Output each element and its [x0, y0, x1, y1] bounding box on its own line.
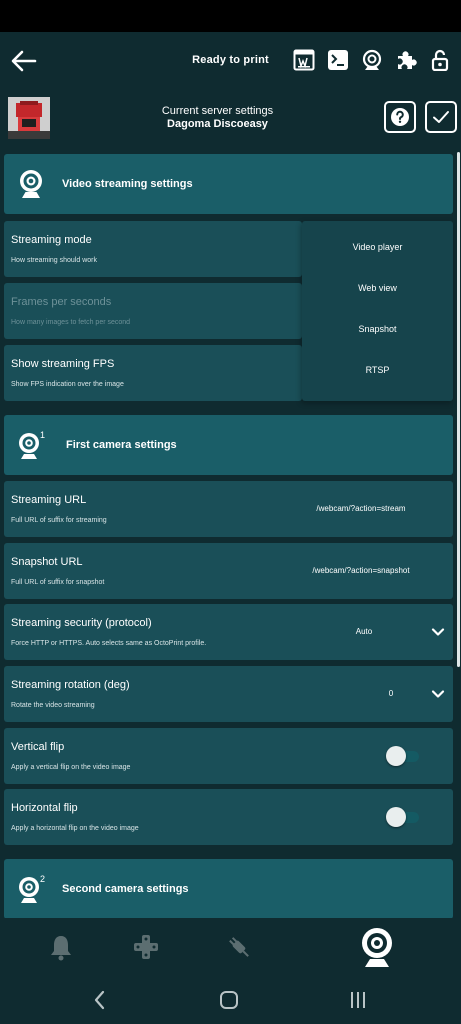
- status-bar: [0, 0, 461, 32]
- streaming-url-row[interactable]: Streaming URL Full URL of suffix for str…: [4, 481, 453, 537]
- bell-icon[interactable]: [46, 932, 76, 962]
- option-video-player[interactable]: Video player: [302, 242, 453, 252]
- chevron-down-icon[interactable]: [431, 625, 445, 639]
- camera-index: 1: [40, 430, 45, 440]
- webcam-icon: [16, 168, 46, 200]
- section-title: First camera settings: [66, 439, 177, 451]
- server-name: Dagoma Discoeasy: [167, 118, 268, 130]
- gamepad-icon[interactable]: [131, 932, 161, 962]
- row-subtitle: How many images to fetch per second: [11, 319, 131, 326]
- row-title: Horizontal flip: [11, 802, 78, 814]
- rotation-select-value[interactable]: 0: [361, 689, 421, 698]
- vertical-flip-toggle[interactable]: [386, 746, 420, 766]
- row-subtitle: Apply a horizontal flip on the video ima…: [11, 825, 139, 832]
- option-snapshot[interactable]: Snapshot: [302, 324, 453, 334]
- puzzle-icon[interactable]: [395, 48, 417, 72]
- vertical-flip-row[interactable]: Vertical flip Apply a vertical flip on t…: [4, 728, 453, 784]
- streaming-security-row[interactable]: Streaming security (protocol) Force HTTP…: [4, 604, 453, 660]
- streaming-mode-dropdown[interactable]: Video player Web view Snapshot RTSP: [302, 221, 453, 401]
- snapshot-url-value[interactable]: /webcam/?action=snapshot: [281, 566, 441, 575]
- row-title: Streaming security (protocol): [11, 617, 152, 629]
- row-subtitle: Apply a vertical flip on the video image: [11, 764, 131, 771]
- plug-icon[interactable]: [224, 932, 254, 962]
- row-subtitle: Rotate the video streaming: [11, 702, 95, 709]
- back-icon[interactable]: [88, 988, 112, 1012]
- server-caption: Current server settings: [161, 105, 274, 117]
- help-icon: [391, 108, 409, 126]
- row-subtitle: How streaming should work: [11, 257, 97, 264]
- snapshot-url-row[interactable]: Snapshot URL Full URL of suffix for snap…: [4, 543, 453, 599]
- confirm-button[interactable]: [425, 101, 457, 133]
- section-video-streaming: Video streaming settings: [4, 154, 453, 214]
- section-first-camera: 1 First camera settings: [4, 415, 453, 475]
- row-title: Frames per seconds: [11, 296, 112, 308]
- webcam-icon: 1: [16, 429, 46, 461]
- row-subtitle: Show FPS indication over the image: [11, 381, 124, 388]
- webcam-icon: 2: [16, 873, 46, 905]
- section-title: Second camera settings: [62, 883, 189, 895]
- terminal-icon[interactable]: [327, 48, 349, 72]
- row-title: Streaming URL: [11, 494, 87, 506]
- home-icon[interactable]: [217, 988, 241, 1012]
- security-select-value[interactable]: Auto: [334, 627, 394, 636]
- web-page-icon[interactable]: [293, 48, 315, 72]
- toggle-knob: [386, 746, 406, 766]
- streaming-rotation-row[interactable]: Streaming rotation (deg) Rotate the vide…: [4, 666, 453, 722]
- frames-per-second-row: Frames per seconds How many images to fe…: [4, 283, 302, 339]
- row-subtitle: Full URL of suffix for snapshot: [11, 579, 105, 586]
- horizontal-flip-toggle[interactable]: [386, 807, 420, 827]
- settings-list[interactable]: Video streaming settings Streaming mode …: [0, 148, 461, 918]
- row-title: Show streaming FPS: [11, 358, 115, 370]
- streaming-mode-row[interactable]: Streaming mode How streaming should work: [4, 221, 302, 277]
- webcam-icon[interactable]: [361, 48, 383, 72]
- bottom-navigation: [0, 918, 461, 976]
- webcam-icon[interactable]: [358, 926, 396, 968]
- checkmark-icon: [433, 111, 449, 123]
- recents-icon[interactable]: [346, 988, 370, 1012]
- toggle-knob: [386, 807, 406, 827]
- camera-index: 2: [40, 874, 45, 884]
- horizontal-flip-row[interactable]: Horizontal flip Apply a horizontal flip …: [4, 789, 453, 845]
- option-web-view[interactable]: Web view: [302, 283, 453, 293]
- help-button[interactable]: [384, 101, 416, 133]
- top-actions: [293, 48, 451, 72]
- show-streaming-fps-row[interactable]: Show streaming FPS Show FPS indication o…: [4, 345, 302, 401]
- printer-thumbnail: [8, 97, 50, 139]
- server-bar: Current server settings Dagoma Discoeasy: [0, 90, 461, 148]
- row-subtitle: Force HTTP or HTTPS. Auto selects same a…: [11, 640, 207, 647]
- section-second-camera: 2 Second camera settings: [4, 859, 453, 918]
- row-subtitle: Full URL of suffix for streaming: [11, 517, 107, 524]
- server-info: Current server settings Dagoma Discoeasy: [120, 105, 315, 131]
- streaming-url-value[interactable]: /webcam/?action=stream: [281, 504, 441, 513]
- chevron-down-icon[interactable]: [431, 687, 445, 701]
- top-app-bar: Ready to print: [0, 32, 461, 90]
- row-title: Snapshot URL: [11, 556, 83, 568]
- section-title: Video streaming settings: [62, 178, 193, 190]
- option-rtsp[interactable]: RTSP: [302, 365, 453, 375]
- row-title: Vertical flip: [11, 741, 65, 753]
- unlock-icon[interactable]: [429, 48, 451, 72]
- system-navigation: [0, 976, 461, 1024]
- row-title: Streaming rotation (deg): [11, 679, 130, 691]
- scrollbar[interactable]: [457, 152, 460, 667]
- row-title: Streaming mode: [11, 234, 92, 246]
